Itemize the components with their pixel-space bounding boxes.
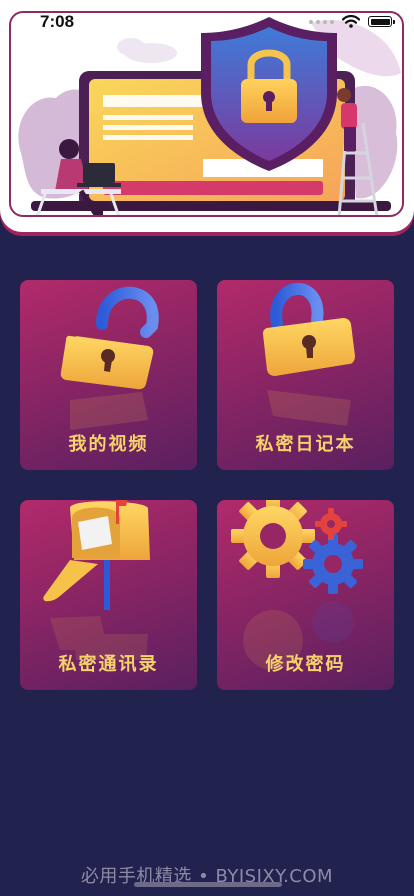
- signal-icon: [309, 19, 334, 24]
- status-bar: 7:08: [0, 0, 414, 44]
- tile-label: 修改密码: [265, 654, 346, 675]
- wifi-icon: [342, 15, 360, 28]
- tile-change-password[interactable]: 修改密码: [217, 500, 394, 690]
- battery-icon: [368, 16, 395, 27]
- tile-private-diary[interactable]: 私密日记本: [217, 280, 394, 470]
- status-icons: [309, 15, 395, 28]
- tile-my-videos[interactable]: 我的视频: [20, 280, 197, 470]
- tile-label: 私密通讯录: [58, 654, 159, 675]
- status-time: 7:08: [40, 12, 75, 31]
- tile-label: 私密日记本: [255, 434, 356, 455]
- tile-private-contacts[interactable]: 私密通讯录: [20, 500, 197, 690]
- home-indicator[interactable]: [134, 882, 282, 887]
- tile-label: 我的视频: [68, 434, 149, 455]
